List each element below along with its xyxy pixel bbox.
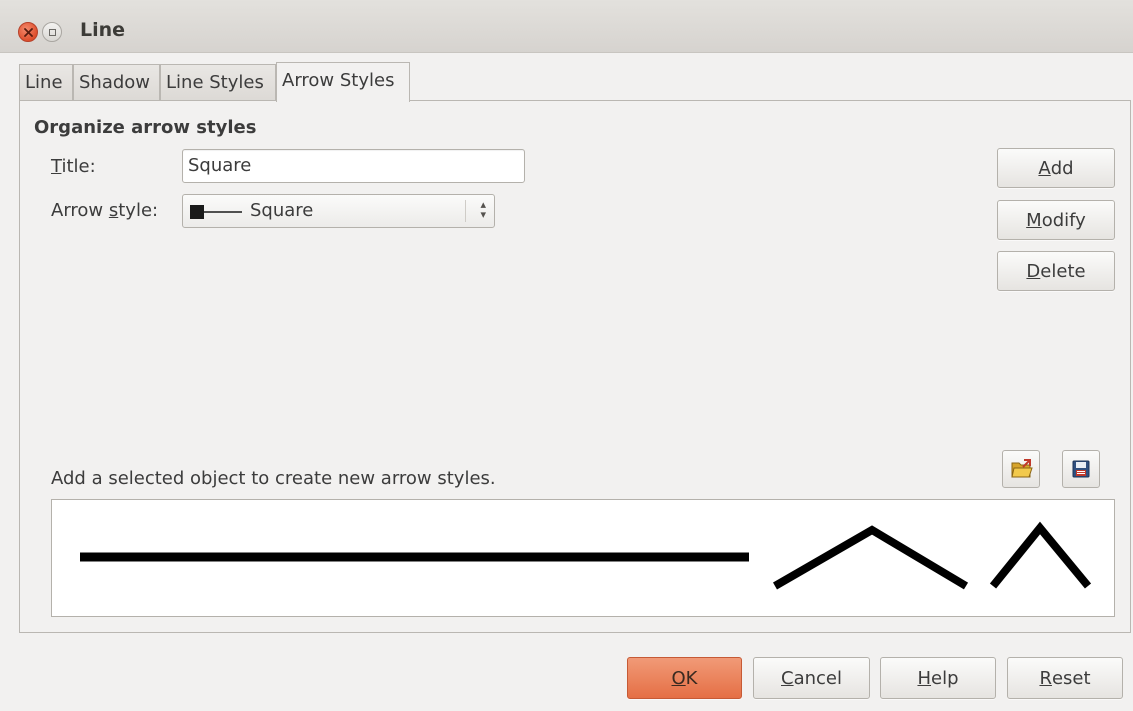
save-disk-icon (1072, 460, 1090, 478)
modify-button[interactable]: Modify (997, 200, 1115, 240)
arrow-style-select[interactable]: Square ▴ ▾ (182, 194, 495, 228)
preview-arrow-narrow (989, 521, 1092, 589)
save-arrow-styles-button[interactable] (1062, 450, 1100, 488)
line-dialog: Line Line Shadow Line Styles Arrow Style… (0, 0, 1133, 711)
add-button[interactable]: Add (997, 148, 1115, 188)
tab-line-styles[interactable]: Line Styles (160, 64, 276, 101)
tab-line[interactable]: Line (19, 64, 73, 101)
cancel-button[interactable]: Cancel (753, 657, 870, 699)
close-icon (24, 28, 33, 37)
arrow-style-value: Square (250, 200, 314, 221)
maximize-window-button[interactable] (42, 22, 62, 42)
hint-text: Add a selected object to create new arro… (51, 468, 496, 489)
arrow-style-preview-icon (190, 205, 242, 219)
select-separator (465, 200, 466, 222)
tab-arrow-styles[interactable]: Arrow Styles (276, 62, 410, 102)
arrow-style-label: Arrow style: (51, 200, 159, 221)
section-title: Organize arrow styles (34, 117, 257, 138)
open-folder-icon (1011, 459, 1033, 478)
preview-arrow-wide (773, 525, 969, 590)
title-input[interactable]: Square (182, 149, 525, 183)
title-label: Title: (51, 156, 96, 177)
delete-button[interactable]: Delete (997, 251, 1115, 291)
reset-button[interactable]: Reset (1007, 657, 1123, 699)
help-button[interactable]: Help (880, 657, 996, 699)
tab-shadow[interactable]: Shadow (73, 64, 160, 101)
arrow-preview-drawing (80, 521, 1092, 590)
arrow-preview-area (51, 499, 1115, 617)
title-bar: Line (0, 0, 1133, 53)
maximize-icon (49, 29, 56, 36)
window-title: Line (80, 19, 126, 41)
load-arrow-styles-button[interactable] (1002, 450, 1040, 488)
ok-button[interactable]: OK (627, 657, 742, 699)
close-window-button[interactable] (18, 22, 38, 42)
spin-arrows-icon: ▴ ▾ (480, 198, 486, 221)
